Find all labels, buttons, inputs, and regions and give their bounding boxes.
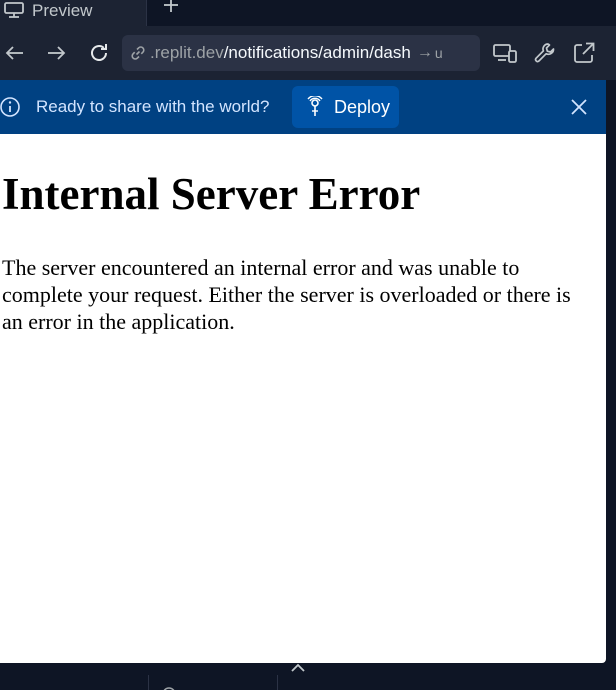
banner-message: Ready to share with the world? <box>36 97 270 116</box>
arrow-left-icon[interactable] <box>3 41 27 65</box>
deploy-button-label: Deploy <box>334 96 391 117</box>
deploy-icon <box>307 96 323 116</box>
monitor-icon <box>4 2 24 18</box>
bottom-panel-bar <box>0 663 616 690</box>
navigation-bar: .replit.dev/notifications/admin/dash → u <box>0 26 616 80</box>
tab-strip: Preview <box>0 0 616 26</box>
url-path: /notifications/admin/dash <box>223 43 411 62</box>
url-tail: u <box>434 45 443 61</box>
close-icon[interactable] <box>566 94 592 120</box>
preview-page: Internal Server Error The server encount… <box>0 134 606 663</box>
tab-label: Preview <box>32 1 93 20</box>
plus-icon[interactable] <box>160 0 182 16</box>
devices-icon[interactable] <box>492 40 518 66</box>
error-heading: Internal Server Error <box>2 169 421 219</box>
link-icon <box>131 46 145 60</box>
tab-preview[interactable]: Preview <box>0 0 147 26</box>
info-icon <box>0 97 20 117</box>
bottom-tab[interactable] <box>148 675 278 690</box>
chevron-up-icon[interactable] <box>288 661 308 675</box>
external-link-icon[interactable] <box>571 40 597 66</box>
deploy-banner: Ready to share with the world? Deploy <box>0 80 606 134</box>
error-message: The server encountered an internal error… <box>2 255 571 334</box>
reload-icon[interactable] <box>87 41 111 65</box>
tab-icon <box>163 687 175 690</box>
wrench-icon[interactable] <box>532 40 558 66</box>
address-bar[interactable]: .replit.dev/notifications/admin/dash → u <box>122 35 480 71</box>
url-domain: .replit.dev <box>150 43 224 62</box>
arrow-right-icon[interactable] <box>44 41 68 65</box>
url-arrow: → <box>416 44 433 61</box>
deploy-button[interactable]: Deploy <box>292 86 399 128</box>
